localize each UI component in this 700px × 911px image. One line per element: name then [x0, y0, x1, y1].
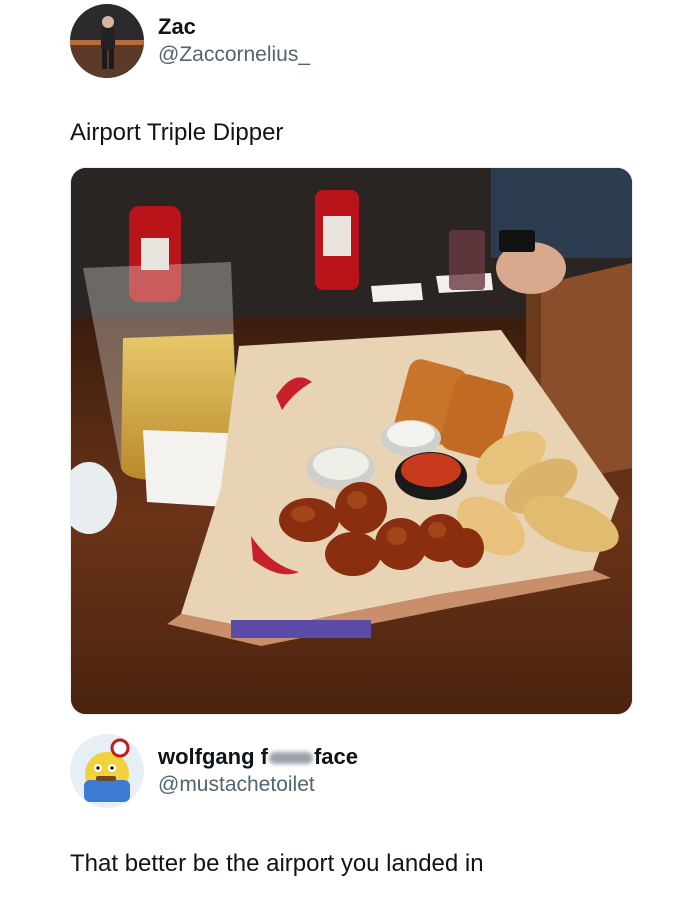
- cartoon-avatar-icon: [70, 734, 144, 808]
- handle[interactable]: @Zaccornelius_: [158, 41, 310, 69]
- reply-text: That better be the airport you landed in: [70, 850, 484, 877]
- tweet-header: Zac @Zaccornelius_: [70, 4, 310, 78]
- tweet-photo[interactable]: [70, 167, 633, 715]
- censor-blur: [268, 752, 313, 765]
- display-name[interactable]: Zac: [158, 13, 310, 41]
- reply-avatar[interactable]: [70, 734, 144, 808]
- tweet-text: Airport Triple Dipper: [70, 119, 284, 146]
- avatar[interactable]: [70, 4, 144, 78]
- display-name-start: wolfgang f: [158, 744, 268, 769]
- display-name-end: face: [313, 744, 359, 769]
- reply-handle[interactable]: @mustachetoilet: [158, 771, 358, 799]
- author-names: Zac @Zaccornelius_: [158, 13, 310, 69]
- reply-author-names: wolfgang f face @mustachetoilet: [158, 743, 358, 799]
- avatar-photo: [70, 4, 144, 78]
- reply-header: wolfgang f face @mustachetoilet: [70, 734, 358, 808]
- reply-display-name[interactable]: wolfgang f face: [158, 743, 358, 771]
- food-photo: [71, 168, 632, 714]
